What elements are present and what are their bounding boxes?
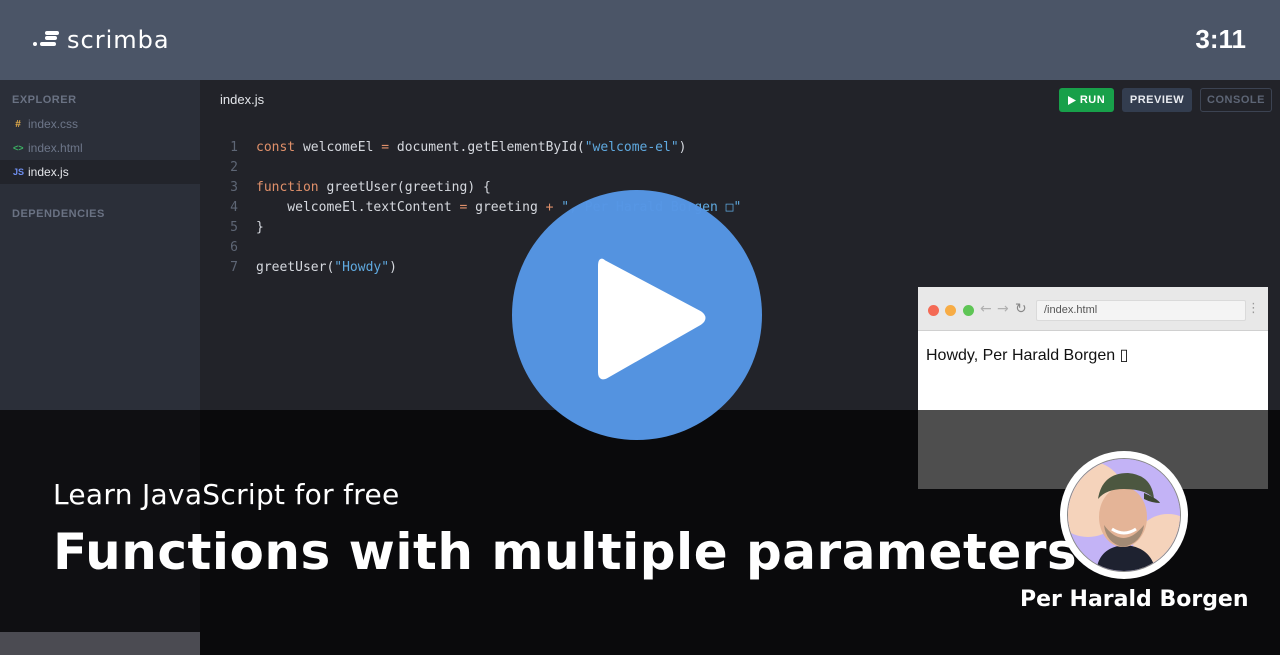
line-number: 4 <box>230 200 238 215</box>
line-number: 5 <box>230 220 238 235</box>
code-token: function <box>256 180 319 195</box>
line-number: 7 <box>230 260 238 275</box>
code-token: document.getElementById( <box>389 140 585 155</box>
code-line[interactable]: 7 greetUser("Howdy") <box>200 260 397 280</box>
code-line[interactable]: 3 function greetUser(greeting) { <box>200 180 491 200</box>
scrimba-logo-icon <box>33 31 59 49</box>
browser-toolbar: ← → ↻ /index.html ⋮ <box>918 287 1268 331</box>
minimize-dot-icon[interactable] <box>945 305 956 316</box>
code-token: greetUser(greeting) { <box>318 180 491 195</box>
play-button[interactable] <box>512 190 762 440</box>
logo-text: scrimba <box>67 26 170 54</box>
css-hash-icon: # <box>15 118 21 130</box>
kebab-menu-icon[interactable]: ⋮ <box>1247 302 1260 315</box>
course-name: Learn JavaScript for free <box>53 478 400 511</box>
code-token: "welcome-el" <box>584 140 679 155</box>
top-bar: scrimba 3:11 <box>0 0 1280 80</box>
console-label: CONSOLE <box>1207 94 1265 106</box>
code-token: welcomeEl <box>295 140 382 155</box>
overlay-sidebar-tint <box>0 410 200 632</box>
run-label: RUN <box>1079 94 1106 106</box>
console-button[interactable]: CONSOLE <box>1200 88 1272 112</box>
js-icon: JS <box>13 167 25 177</box>
play-icon <box>598 258 706 380</box>
code-token: welcomeEl.textContent <box>256 200 460 215</box>
code-token: greetUser( <box>256 260 335 275</box>
video-duration: 3:11 <box>1195 24 1246 54</box>
maximize-dot-icon[interactable] <box>963 305 974 316</box>
code-token: = <box>381 140 390 155</box>
explorer-heading: EXPLORER <box>12 94 77 106</box>
run-button[interactable]: RUN <box>1059 88 1114 112</box>
code-line[interactable]: 5} <box>200 220 264 240</box>
line-number: 2 <box>230 160 238 175</box>
code-line[interactable]: 1 const welcomeEl = document.getElementBy… <box>200 140 686 160</box>
preview-label: PREVIEW <box>1129 94 1185 106</box>
code-token: = <box>459 200 468 215</box>
code-token: "Howdy" <box>334 260 390 275</box>
reload-icon[interactable]: ↻ <box>1015 301 1027 317</box>
author-photo <box>1068 459 1180 571</box>
line-number: 3 <box>230 180 238 195</box>
file-item-index-css[interactable]: # index.css <box>0 112 200 136</box>
line-number: 6 <box>230 240 238 255</box>
play-small-icon <box>1067 95 1076 105</box>
file-name: index.js <box>28 165 69 179</box>
back-arrow-icon[interactable]: ← <box>980 301 992 317</box>
preview-button[interactable]: PREVIEW <box>1122 88 1192 112</box>
url-bar[interactable]: /index.html <box>1036 300 1246 321</box>
code-line[interactable]: 6 <box>200 240 256 260</box>
file-explorer-sidebar: EXPLORER # index.css <> index.html JS in… <box>0 80 200 410</box>
code-token: const <box>256 140 296 155</box>
dependencies-heading[interactable]: DEPENDENCIES <box>12 208 105 220</box>
editor-tab-index-js[interactable]: index.js <box>220 92 264 107</box>
scrimba-logo[interactable]: scrimba <box>33 26 170 54</box>
progress-bar[interactable] <box>0 632 200 655</box>
preview-content: Howdy, Per Harald Borgen ▯ <box>926 347 1129 364</box>
code-token: ) <box>389 260 397 275</box>
forward-arrow-icon[interactable]: → <box>997 301 1009 317</box>
html-brackets-icon: <> <box>13 143 24 153</box>
file-item-index-js[interactable]: JS index.js <box>0 160 200 184</box>
file-item-index-html[interactable]: <> index.html <box>0 136 200 160</box>
file-name: index.css <box>28 117 79 131</box>
file-name: index.html <box>28 141 83 155</box>
code-token: ) <box>678 140 687 155</box>
code-token: } <box>256 220 264 235</box>
lesson-title: Functions with multiple parameters <box>53 523 1078 581</box>
author-avatar <box>1060 451 1188 579</box>
line-number: 1 <box>230 140 238 155</box>
close-dot-icon[interactable] <box>928 305 939 316</box>
author-name: Per Harald Borgen <box>1020 587 1249 612</box>
code-line[interactable]: 2 <box>200 160 256 180</box>
